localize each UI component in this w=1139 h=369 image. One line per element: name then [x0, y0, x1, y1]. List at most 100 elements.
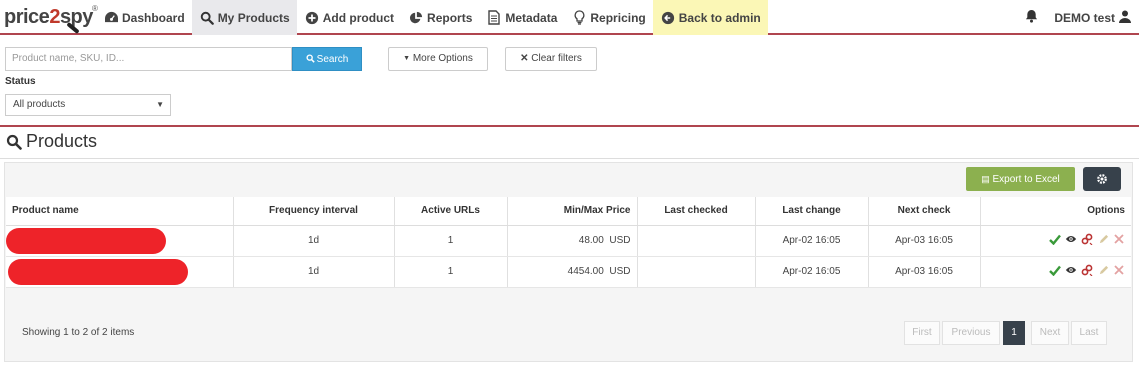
pager-page-1[interactable]: 1 — [1003, 321, 1025, 345]
nav-add-product-label: Add product — [322, 10, 395, 25]
last-change-cell: Apr-02 16:05 — [755, 256, 869, 288]
next-check-cell: Apr-03 16:05 — [868, 256, 981, 288]
unlink-icon[interactable] — [1081, 264, 1093, 277]
last-checked-cell — [637, 256, 756, 288]
products-title: Products — [26, 131, 98, 151]
check-icon[interactable] — [1049, 264, 1061, 276]
col-next-check[interactable]: Next check — [868, 197, 981, 226]
price-value: 4454.00 — [567, 266, 604, 277]
pencil-icon[interactable] — [1097, 264, 1109, 276]
settings-button[interactable] — [1083, 167, 1121, 191]
status-select[interactable]: All products ▼ — [5, 94, 171, 116]
nav-reports-label: Reports — [427, 10, 473, 25]
caret-down-icon: ▼ — [156, 100, 164, 109]
gear-icon — [1097, 174, 1107, 184]
table-row: 1d 1 48.00 USD Apr-02 16:05 Apr-03 16:05 — [6, 225, 1131, 257]
products-table: Product name Frequency interval Active U… — [6, 197, 1131, 288]
nav-my-products[interactable]: My Products — [191, 0, 297, 35]
last-checked-cell — [637, 225, 756, 257]
status-select-value: All products — [13, 99, 66, 110]
nav-metadata-label: Metadata — [505, 10, 558, 25]
search-button[interactable]: Search — [292, 47, 362, 71]
nav-dashboard-label: Dashboard — [122, 10, 185, 25]
bell-icon[interactable] — [1025, 9, 1038, 26]
dashboard-icon — [103, 10, 119, 26]
lightbulb-icon — [571, 10, 587, 26]
search-icon — [306, 54, 315, 63]
check-icon[interactable] — [1049, 233, 1061, 245]
col-last-checked[interactable]: Last checked — [637, 197, 756, 226]
nav-repricing-label: Repricing — [590, 10, 646, 25]
price-cell: 48.00 USD — [507, 225, 638, 257]
status-label: Status — [5, 76, 36, 87]
pencil-icon[interactable] — [1097, 233, 1109, 245]
top-navbar: price2spy ® Dashboard My Products Add pr… — [0, 0, 1139, 35]
user-name[interactable]: DEMO test — [1054, 11, 1115, 25]
pager-previous[interactable]: Previous — [942, 321, 1000, 345]
price-value: 48.00 — [578, 235, 604, 246]
document-icon — [486, 10, 502, 26]
table-row: 1d 1 4454.00 USD Apr-02 16:05 Apr-03 16:… — [6, 256, 1131, 288]
arrow-left-circle-icon — [660, 10, 676, 26]
active-urls-cell: 1 — [394, 225, 508, 257]
nav-back-to-admin-label: Back to admin — [678, 10, 761, 25]
search-button-label: Search — [316, 54, 349, 65]
pie-chart-icon — [408, 10, 424, 26]
filter-bar: Product name, SKU, ID... Search ▼ More O… — [0, 37, 1139, 127]
pager-last[interactable]: Last — [1071, 321, 1107, 345]
export-label: Export to Excel — [992, 174, 1060, 185]
col-frequency-interval[interactable]: Frequency interval — [233, 197, 395, 226]
eye-icon[interactable] — [1065, 264, 1077, 276]
more-options-button[interactable]: ▼ More Options — [388, 47, 488, 71]
search-icon — [6, 134, 22, 150]
price2spy-logo[interactable]: price2spy ® — [4, 4, 98, 35]
col-active-urls[interactable]: Active URLs — [394, 197, 508, 226]
nav-back-to-admin[interactable]: Back to admin — [652, 0, 768, 35]
nav-repricing[interactable]: Repricing — [564, 0, 652, 35]
col-product-name[interactable]: Product name — [6, 197, 234, 226]
product-name-cell[interactable] — [6, 225, 234, 257]
nav-reports[interactable]: Reports — [401, 0, 479, 35]
divider — [0, 158, 1139, 159]
price-cell: 4454.00 USD — [507, 256, 638, 288]
nav-my-products-label: My Products — [217, 10, 290, 25]
eye-icon[interactable] — [1065, 233, 1077, 245]
table-header-row: Product name Frequency interval Active U… — [6, 197, 1131, 226]
clear-filters-button[interactable]: ✕ Clear filters — [505, 47, 597, 71]
plus-circle-icon — [304, 10, 320, 26]
export-to-excel-button[interactable]: ▤ Export to Excel — [966, 167, 1075, 191]
pager-first[interactable]: First — [904, 321, 940, 345]
pagination: First Previous 1 Next Last — [902, 321, 1107, 345]
last-change-cell: Apr-02 16:05 — [755, 225, 869, 257]
col-options: Options — [980, 197, 1131, 226]
next-check-cell: Apr-03 16:05 — [868, 225, 981, 257]
more-options-label: More Options — [412, 53, 473, 64]
col-min-max-price[interactable]: Min/Max Price — [507, 197, 638, 226]
clear-filters-label: Clear filters — [531, 53, 582, 64]
col-last-change[interactable]: Last change — [755, 197, 869, 226]
frequency-cell: 1d — [233, 225, 395, 257]
redacted-product-name — [8, 258, 188, 285]
product-name-cell[interactable] — [6, 256, 234, 288]
active-urls-cell: 1 — [394, 256, 508, 288]
showing-count: Showing 1 to 2 of 2 items — [22, 327, 135, 338]
options-cell — [980, 256, 1131, 288]
close-icon: ✕ — [520, 53, 529, 64]
caret-down-icon: ▼ — [403, 55, 411, 62]
price-currency: USD — [609, 266, 631, 277]
redacted-product-name — [6, 227, 166, 254]
price-currency: USD — [609, 235, 631, 246]
options-cell — [980, 225, 1131, 257]
unlink-icon[interactable] — [1081, 233, 1093, 246]
pager-next[interactable]: Next — [1031, 321, 1069, 345]
user-icon[interactable] — [1119, 10, 1131, 26]
frequency-cell: 1d — [233, 256, 395, 288]
delete-icon[interactable] — [1113, 233, 1125, 245]
nav-metadata[interactable]: Metadata — [479, 0, 564, 35]
nav-dashboard[interactable]: Dashboard — [96, 0, 192, 35]
search-input[interactable]: Product name, SKU, ID... — [5, 47, 292, 71]
nav-add-product[interactable]: Add product — [297, 0, 401, 35]
search-icon — [199, 10, 215, 26]
delete-icon[interactable] — [1113, 264, 1125, 276]
excel-file-icon: ▤ — [981, 174, 990, 184]
